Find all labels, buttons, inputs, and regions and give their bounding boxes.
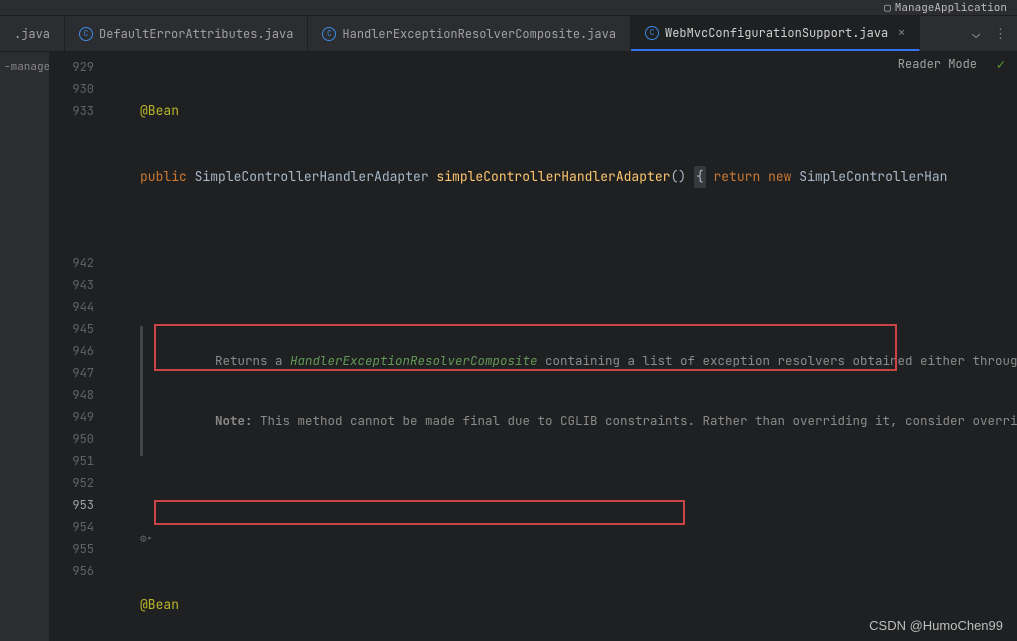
line-number: 947 bbox=[50, 362, 94, 384]
class-icon: C bbox=[645, 26, 659, 40]
tab-label: .java bbox=[14, 26, 50, 42]
javadoc-block: Returns a HandlerExceptionResolverCompos… bbox=[140, 326, 920, 456]
run-config-label: ManageApplication bbox=[895, 1, 1007, 15]
top-bar: ▢ ManageApplication bbox=[0, 0, 1017, 16]
tab-actions: ⌄ ⋮ bbox=[962, 16, 1017, 51]
line-number: 942 bbox=[50, 252, 94, 274]
line-number: 955 bbox=[50, 538, 94, 560]
gutter-bean-icon[interactable]: ⚙▸ bbox=[110, 528, 1017, 550]
tab-label: WebMvcConfigurationSupport.java bbox=[665, 25, 888, 41]
line-number: 944 bbox=[50, 296, 94, 318]
watermark: CSDN @HumoChen99 bbox=[869, 618, 1003, 633]
line-number: 956 bbox=[50, 560, 94, 582]
line-number: 946 bbox=[50, 340, 94, 362]
tab-java[interactable]: .java bbox=[0, 16, 65, 51]
reader-mode-label[interactable]: Reader Mode bbox=[898, 56, 977, 72]
tab-handler-exception-resolver-composite[interactable]: C HandlerExceptionResolverComposite.java bbox=[308, 16, 631, 51]
class-icon: C bbox=[79, 27, 93, 41]
class-icon: C bbox=[322, 27, 336, 41]
project-sidebar[interactable]: -manage bbox=[0, 52, 50, 641]
run-config[interactable]: ▢ ManageApplication bbox=[884, 1, 1007, 15]
more-icon[interactable]: ⋮ bbox=[994, 25, 1007, 42]
line-number: 948 bbox=[50, 384, 94, 406]
tab-label: HandlerExceptionResolverComposite.java bbox=[342, 26, 616, 42]
line-number: 930 bbox=[50, 78, 94, 100]
inspections-ok-icon[interactable]: ✓ bbox=[997, 56, 1005, 74]
line-number: 933 bbox=[50, 100, 94, 122]
line-number: 929 bbox=[50, 56, 94, 78]
tab-default-error-attributes[interactable]: C DefaultErrorAttributes.java bbox=[65, 16, 308, 51]
code-content: @Bean public SimpleControllerHandlerAdap… bbox=[110, 52, 1017, 641]
close-icon[interactable]: ✕ bbox=[898, 26, 905, 40]
line-number: 953 bbox=[50, 494, 94, 516]
line-number: 945 bbox=[50, 318, 94, 340]
annotation: @Bean bbox=[140, 596, 179, 613]
editor-tabs: .java C DefaultErrorAttributes.java C Ha… bbox=[0, 16, 1017, 52]
tab-web-mvc-configuration-support[interactable]: C WebMvcConfigurationSupport.java ✕ bbox=[631, 16, 920, 51]
line-number: 954 bbox=[50, 516, 94, 538]
main: -manage 929 930 933 942 943 944 945 946 … bbox=[0, 52, 1017, 641]
chevron-down-icon[interactable]: ⌄ bbox=[972, 25, 980, 42]
sidebar-item[interactable]: -manage bbox=[0, 58, 49, 76]
line-number: 951 bbox=[50, 450, 94, 472]
tab-label: DefaultErrorAttributes.java bbox=[99, 26, 293, 42]
line-number: 950 bbox=[50, 428, 94, 450]
line-number: 952 bbox=[50, 472, 94, 494]
line-number: 943 bbox=[50, 274, 94, 296]
code-editor[interactable]: Reader Mode ✓ @Bean public SimpleControl… bbox=[110, 52, 1017, 641]
line-gutter: 929 930 933 942 943 944 945 946 947 948 … bbox=[50, 52, 110, 641]
annotation: @Bean bbox=[140, 102, 179, 119]
line-number: 949 bbox=[50, 406, 94, 428]
run-icon: ▢ bbox=[884, 1, 891, 15]
